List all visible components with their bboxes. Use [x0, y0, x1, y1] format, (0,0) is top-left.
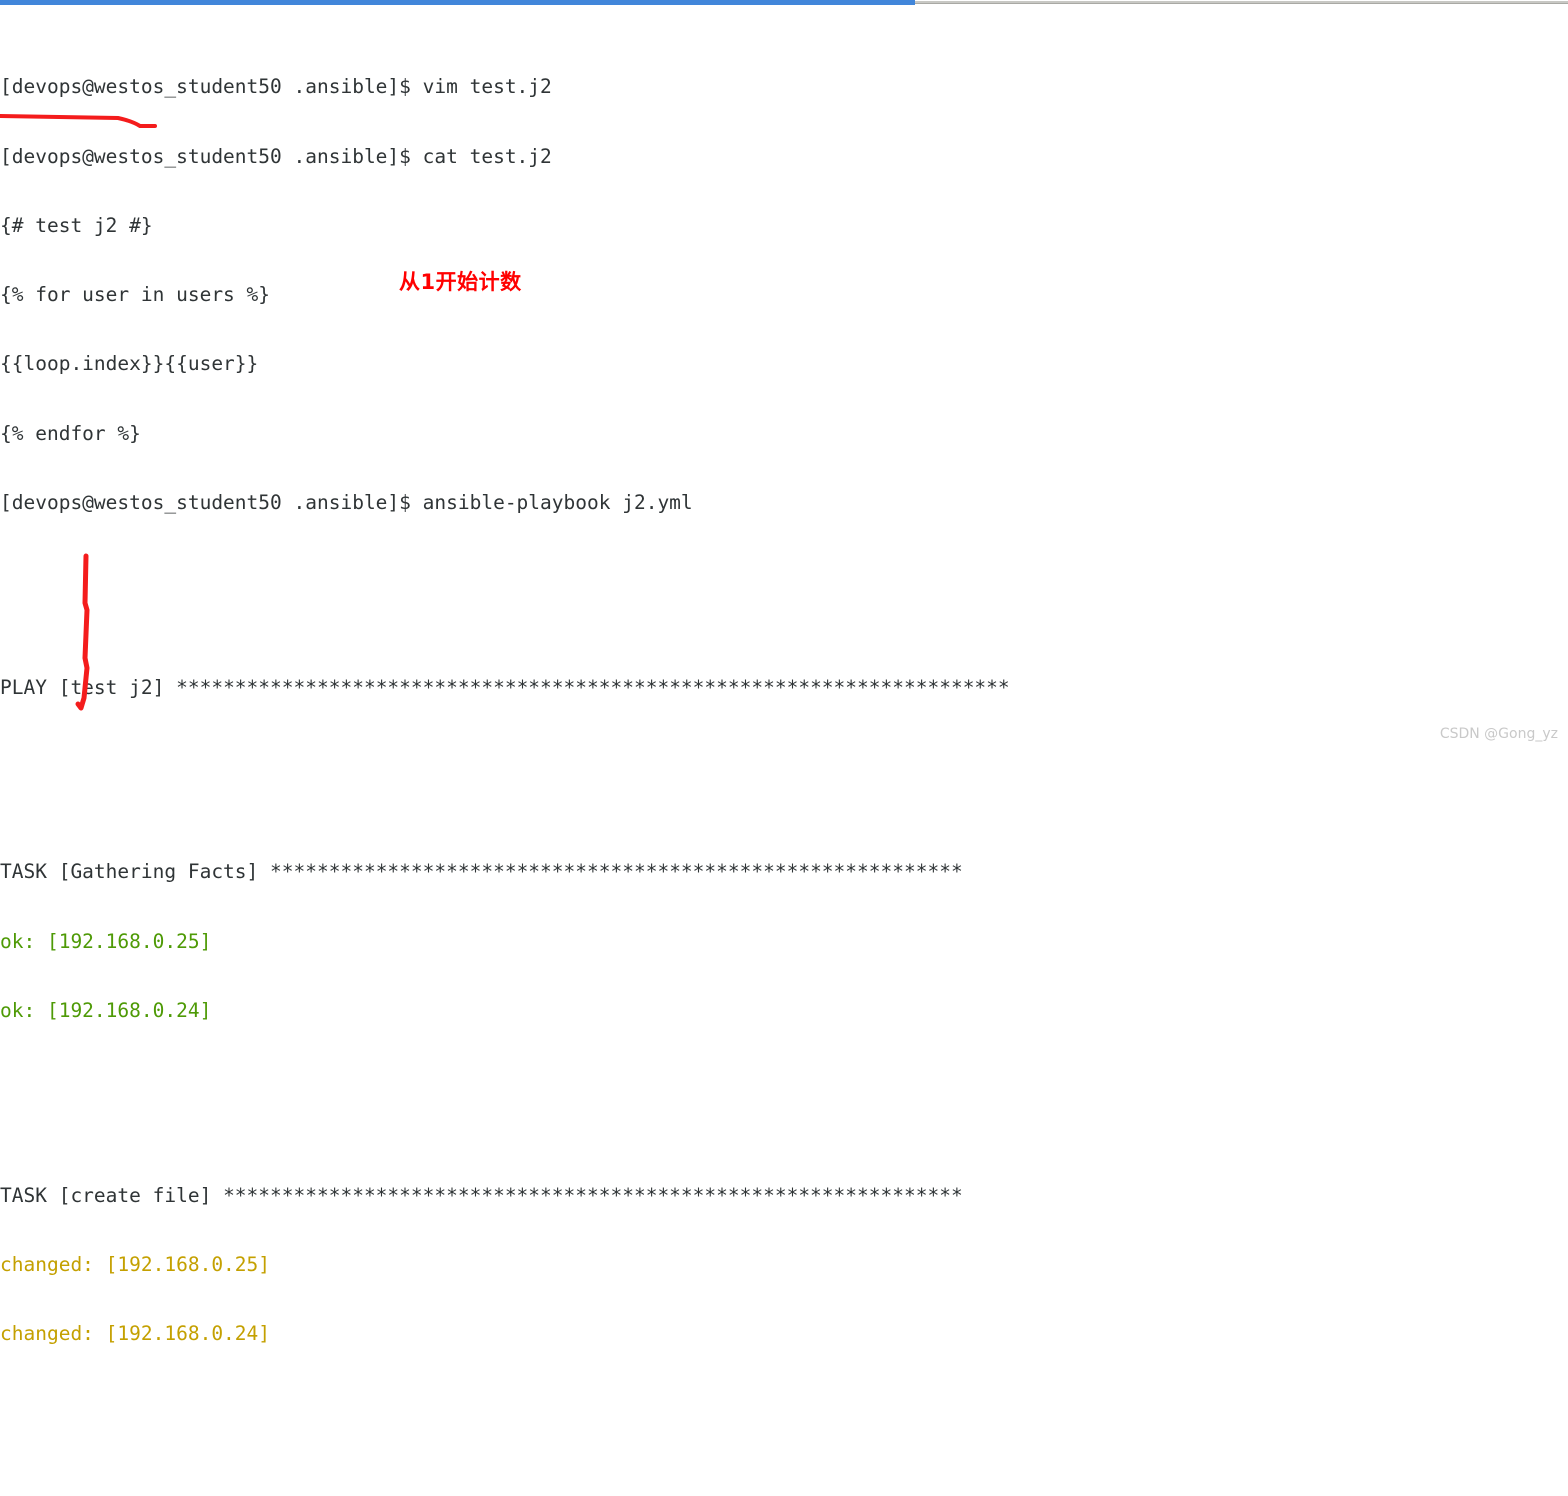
play-header-stars: ****************************************… — [176, 675, 1010, 699]
task-gathering-label: TASK [Gathering Facts] — [0, 860, 271, 884]
terminal-line-play-header: PLAY [test j2] *************************… — [0, 676, 1568, 699]
terminal-line-task-gathering-facts: TASK [Gathering Facts] *****************… — [0, 860, 1568, 883]
task-createfile-stars: ****************************************… — [223, 1183, 963, 1207]
terminal-line-vim-command: [devops@westos_student50 .ansible]$ vim … — [0, 75, 552, 99]
terminal-line-j2-for: {% for user in users %} — [0, 283, 271, 307]
play-header-label: PLAY [test j2] — [0, 675, 177, 699]
terminal-line-changed-host-25: changed: [192.168.0.25] — [0, 1253, 271, 1277]
csdn-watermark: CSDN @Gong_yz — [1439, 726, 1558, 742]
chinese-annotation-text: 从1开始计数 — [399, 270, 522, 294]
terminal-output-area[interactable]: [devops@westos_student50 .ansible]$ vim … — [0, 6, 1568, 1345]
titlebar-active-strip — [0, 0, 915, 5]
task-createfile-label: TASK [create file] — [0, 1183, 224, 1207]
titlebar-inactive-strip — [915, 1, 1568, 4]
terminal-line-j2-endfor: {% endfor %} — [0, 421, 141, 445]
terminal-line-task-create-file: TASK [create file] *********************… — [0, 1184, 1568, 1207]
terminal-line-j2-loopindex: {{loop.index}}{{user}} — [0, 352, 259, 376]
terminal-line-ok-host-25: ok: [192.168.0.25] — [0, 929, 212, 953]
terminal-line-playbook-command: [devops@westos_student50 .ansible]$ ansi… — [0, 490, 693, 514]
terminal-line-cat-command: [devops@westos_student50 .ansible]$ cat … — [0, 144, 552, 168]
task-gathering-stars: ****************************************… — [270, 860, 963, 884]
terminal-line-ok-host-24: ok: [192.168.0.24] — [0, 999, 212, 1023]
terminal-line-changed-host-24: changed: [192.168.0.24] — [0, 1322, 271, 1346]
terminal-line-j2-comment: {# test j2 #} — [0, 213, 153, 237]
